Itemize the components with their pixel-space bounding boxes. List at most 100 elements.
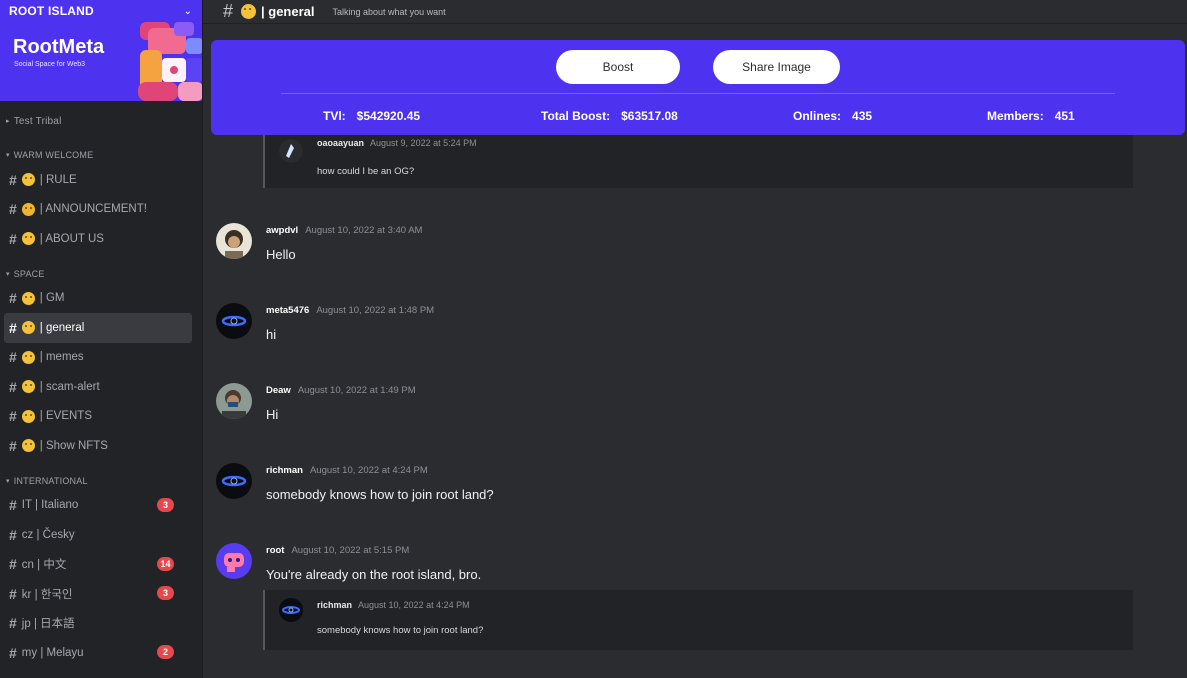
stat-tvl: TVl: $542920.45 (323, 109, 420, 123)
stat-label: Total Boost: (541, 109, 611, 123)
channel-label: | ANNOUNCEMENT! (39, 203, 147, 216)
channel-memes[interactable]: # | memes (4, 343, 192, 373)
hash-icon: # (9, 378, 17, 395)
channel-korean[interactable]: # kr | 한국인 3 (4, 579, 192, 609)
hash-icon: # (9, 319, 17, 336)
stat-label: Members: (987, 109, 1044, 123)
smiley-emoji-icon (21, 321, 35, 335)
hash-icon: # (9, 556, 17, 573)
hash-icon: # (9, 349, 17, 366)
category-label: INTERNATIONAL (13, 475, 88, 486)
channel-cesky[interactable]: # cz | Česky (4, 520, 192, 550)
channel-label: | RULE (39, 173, 77, 186)
stat-value: $542920.45 (356, 109, 421, 123)
channel-label: | EVENTS (39, 410, 92, 423)
wink-emoji-icon (21, 380, 35, 394)
boost-button[interactable]: Boost (556, 50, 680, 84)
reply-quote[interactable]: oaoaayuan August 9, 2022 at 5:24 PM how c… (263, 135, 1133, 188)
category-label: SPACE (13, 268, 45, 279)
username[interactable]: richman (317, 600, 352, 610)
channel-label: jp | 日本語 (21, 618, 75, 631)
stat-label: Onlines: (793, 109, 842, 123)
channel-rule[interactable]: # | RULE (4, 165, 192, 195)
category-space[interactable]: ▾ SPACE (6, 267, 202, 281)
timestamp: August 10, 2022 at 4:24 PM (309, 465, 428, 476)
channel-scam-alert[interactable]: # | scam-alert (4, 372, 192, 402)
crown-emoji-icon (21, 202, 35, 216)
category-international[interactable]: ▾ INTERNATIONAL (6, 474, 202, 488)
channel-gm[interactable]: # | GM (4, 284, 192, 314)
avatar[interactable] (216, 383, 252, 419)
hash-icon: # (9, 615, 17, 632)
server-tagline: Social Space for Web3 (14, 61, 86, 68)
channel-announcement[interactable]: # | ANNOUNCEMENT! (4, 195, 192, 225)
username[interactable]: Deaw (266, 385, 291, 396)
channel-label: | scam-alert (39, 380, 100, 393)
channel-label: | memes (39, 351, 84, 364)
hash-icon: # (223, 1, 234, 21)
username[interactable]: oaoaayuan (317, 138, 364, 148)
username[interactable]: root (266, 545, 284, 556)
channel-label: my | Melayu (21, 646, 84, 659)
quote-text: how could I be an OG? (317, 166, 415, 177)
caret-down-icon: ▾ (6, 270, 10, 278)
stats-panel: Boost Share Image TVl: $542920.45 Total B… (211, 40, 1185, 135)
avatar[interactable] (279, 139, 303, 163)
category-test-tribal[interactable]: ▸ Test Tribal (6, 114, 202, 128)
channel-chinese[interactable]: # cn | 中文 14 (4, 550, 192, 580)
chat-main: # | general Talking about what you want … (203, 0, 1187, 678)
unread-badge: 3 (157, 497, 174, 512)
channel-about-us[interactable]: # | ABOUT US (4, 224, 192, 254)
quote-text: somebody knows how to join root land? (317, 625, 484, 636)
hash-icon: # (9, 497, 17, 514)
message-text: somebody knows how to join root land? (266, 487, 494, 502)
channel-show-nfts[interactable]: # | Show NFTS (4, 431, 192, 461)
reply-quote[interactable]: richman August 10, 2022 at 4:24 PM somebo… (263, 590, 1133, 650)
channel-label: cz | Česky (21, 528, 75, 541)
caret-down-icon: ▾ (6, 152, 10, 159)
server-name: ROOT ISLAND (9, 4, 94, 18)
channel-italiano[interactable]: # IT | Italiano 3 (4, 491, 192, 521)
message-text: hi (266, 327, 277, 342)
message-meta: meta5476 August 10, 2022 at 1:48 PM (266, 305, 434, 316)
timestamp: August 10, 2022 at 1:49 PM (297, 385, 416, 396)
chevron-down-icon[interactable]: ⌄ (184, 6, 192, 17)
avatar[interactable] (216, 223, 252, 259)
stat-total-boost: Total Boost: $63517.08 (541, 109, 678, 123)
star-eyes-emoji-icon (21, 439, 35, 453)
category-warm-welcome[interactable]: ▾ WARM WELCOME (6, 148, 202, 162)
avatar[interactable] (279, 598, 303, 622)
smiley-emoji-icon (241, 4, 257, 19)
channel-melayu[interactable]: # my | Melayu 2 (4, 638, 192, 668)
channel-label: kr | 한국인 (21, 588, 73, 601)
share-image-button[interactable]: Share Image (713, 50, 840, 84)
timestamp: August 10, 2022 at 5:15 PM (291, 545, 410, 556)
username[interactable]: awpdvl (266, 225, 298, 236)
stat-onlines: Onlines: 435 (793, 109, 872, 123)
message-text: Hi (266, 407, 279, 422)
channel-title: | general (261, 4, 315, 19)
avatar[interactable] (216, 463, 252, 499)
smiley-emoji-icon (21, 232, 35, 246)
message-list[interactable]: oaoaayuan August 9, 2022 at 5:24 PM how c… (203, 135, 1187, 678)
message-text: You're already on the root island, bro. (266, 567, 482, 582)
wink-emoji-icon (21, 409, 35, 423)
channel-events[interactable]: # | EVENTS (4, 402, 192, 432)
smiley-emoji-icon (21, 291, 35, 305)
channel-label: | ABOUT US (39, 232, 104, 245)
smiley-emoji-icon (21, 173, 35, 187)
avatar[interactable] (216, 543, 252, 579)
channel-general[interactable]: # | general (4, 313, 192, 343)
channel-japanese[interactable]: # jp | 日本語 (4, 609, 192, 639)
hash-icon: # (9, 437, 17, 454)
channel-label: | Show NFTS (39, 439, 108, 452)
username[interactable]: meta5476 (266, 305, 309, 316)
server-header[interactable]: ROOT ISLAND ⌄ (0, 0, 202, 22)
hash-icon: # (9, 526, 17, 543)
stat-value: $63517.08 (621, 109, 678, 123)
hash-icon: # (9, 230, 17, 247)
unread-badge: 14 (157, 556, 174, 571)
username[interactable]: richman (266, 465, 303, 476)
avatar[interactable] (216, 303, 252, 339)
channel-label: | GM (39, 292, 65, 305)
